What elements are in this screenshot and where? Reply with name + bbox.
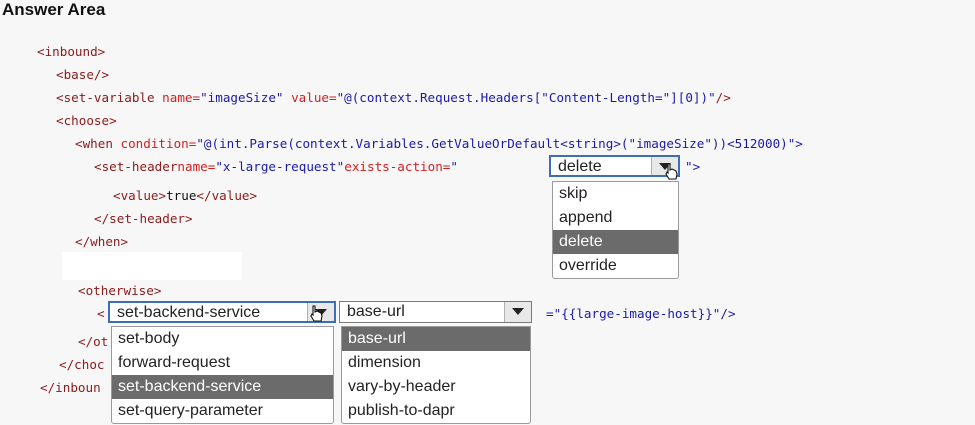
policy-option-set-backend-service[interactable]: set-backend-service [112,375,333,399]
exists-action-options: skip append delete override [552,181,679,279]
policy-selected: set-backend-service [117,304,261,321]
code-set-header-close: </set-header> [94,211,193,226]
attribute-option-vary-by-header[interactable]: vary-by-header [342,375,530,399]
attribute-selected: base-url [347,303,405,320]
hand-cursor-icon [310,305,323,322]
value-close-tag: </value> [196,188,258,203]
code-inbound-open: <inbound> [37,44,106,59]
set-header-name-attr: name= [177,159,216,174]
code-policy-tail: ="{{large-image-host}}"/> [546,306,736,321]
code-lt: < [97,306,105,321]
when-condition-value: "@(int.Parse(context.Variables.GetValueO… [196,136,803,151]
set-variable-name-attr: name= [162,90,201,105]
answer-area-title: Answer Area [2,0,106,19]
exists-action-option-skip[interactable]: skip [553,182,678,206]
set-header-quote-close: "> [685,159,701,174]
set-header-quote-open: " [450,159,458,174]
policy-option-forward-request[interactable]: forward-request [112,351,333,375]
set-header-tag: <set-header [94,159,178,174]
code-set-header: <set-headername="x-large-request"exists-… [94,159,458,175]
exists-action-option-override[interactable]: override [553,254,678,278]
set-header-name-value: "x-large-request" [215,159,345,174]
policy-dropdown[interactable]: set-backend-service [108,301,336,323]
code-choose-open: <choose> [56,113,117,128]
code-choose-close: </choc [59,357,105,372]
exists-action-selected: delete [558,158,602,175]
code-when: <when condition="@(int.Parse(context.Var… [75,136,803,152]
code-base: <base/> [56,67,110,82]
set-variable-tag: <set-variable [56,90,163,105]
exists-action-option-append[interactable]: append [553,206,678,230]
set-header-exists-attr: exists-action= [344,159,451,174]
attribute-options: base-url dimension vary-by-header publis… [341,326,531,424]
set-variable-close: /> [715,90,731,105]
set-variable-name-value: "imageSize" [200,90,284,105]
set-variable-value-attr: value= [283,90,337,105]
value-text: true [166,188,197,203]
code-background-patch [62,252,242,280]
attribute-dropdown[interactable]: base-url [339,301,532,323]
exists-action-dropdown[interactable]: delete [549,155,680,177]
code-otherwise-open: <otherwise> [78,283,162,298]
hand-cursor-icon [665,163,678,180]
attribute-option-base-url[interactable]: base-url [342,327,530,351]
policy-option-set-query-parameter[interactable]: set-query-parameter [112,399,333,423]
policy-options: set-body forward-request set-backend-ser… [111,326,334,424]
code-when-close: </when> [75,234,129,249]
exists-action-option-delete[interactable]: delete [553,230,678,254]
when-condition-attr: condition= [120,136,197,151]
attribute-option-publish-to-dapr[interactable]: publish-to-dapr [342,399,530,423]
policy-option-set-body[interactable]: set-body [112,327,333,351]
code-value-line: <value>true</value> [113,188,257,204]
when-tag: <when [75,136,121,151]
code-otherwise-close: </ot [78,334,109,349]
set-variable-value-value: "@(context.Request.Headers["Content-Leng… [336,90,716,105]
code-set-variable: <set-variable name="imageSize" value="@(… [56,90,731,106]
value-open-tag: <value> [113,188,167,203]
chevron-down-icon[interactable] [504,302,531,322]
attribute-option-dimension[interactable]: dimension [342,351,530,375]
code-inbound-close: </inboun [40,380,101,395]
